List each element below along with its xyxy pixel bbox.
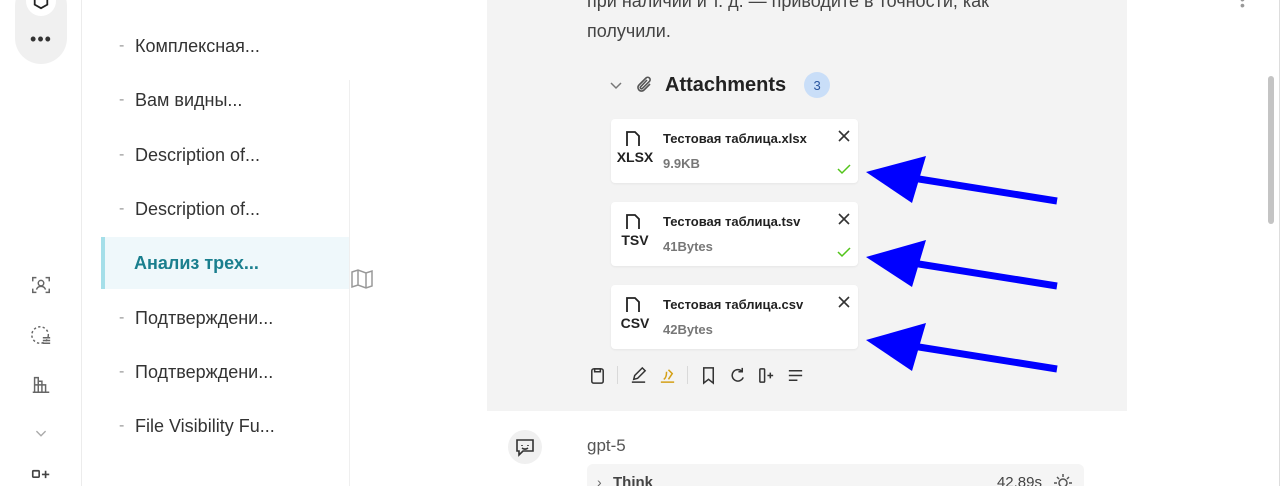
scrollbar-thumb[interactable] (1268, 76, 1274, 224)
dash: - (119, 37, 125, 54)
attachments-title: Attachments (665, 73, 787, 96)
sidebar-item-active[interactable]: -Анализ трех... (101, 237, 349, 289)
file-icon (626, 297, 640, 312)
file-extension: XLSX (616, 149, 654, 165)
think-time: 42.89s (996, 474, 1042, 486)
sidebar-item-label: Description of... (135, 198, 261, 219)
chat-main: при наличии и т. д. — приводите в точнос… (350, 0, 1280, 486)
close-icon[interactable] (837, 295, 851, 309)
message-toolbar (587, 363, 814, 387)
sidebar-item[interactable]: - Description of... (102, 184, 348, 234)
icon-rail: ••• (0, 0, 82, 486)
attachment-card[interactable]: CSV Тестовая таблица.csv 42Bytes (611, 285, 858, 349)
think-label: Think (613, 474, 653, 486)
dash: - (119, 200, 125, 217)
sidebar-item-label: Подтверждени... (135, 307, 274, 328)
sidebar-item[interactable]: - Вам видны... (102, 75, 348, 125)
sidebar-item-label: Комплексная... (135, 35, 260, 56)
sidebar-item[interactable]: - Description of... (102, 130, 348, 180)
more-vertical-icon[interactable]: •• (1240, 0, 1252, 12)
branch-icon[interactable] (756, 365, 776, 385)
sidebar-item-label: Подтверждени... (135, 361, 274, 382)
dash: - (119, 91, 125, 108)
assistant-avatar (508, 430, 542, 464)
attachments-count-badge: 3 (804, 72, 831, 98)
file-name: Тестовая таблица.tsv (663, 214, 801, 229)
conversation-sidebar: - Комплексная... - Вам видны... - Descripti… (82, 0, 350, 486)
refresh-icon[interactable] (727, 365, 747, 385)
chevron-right-icon: › (597, 474, 602, 486)
attachments-header[interactable]: Attachments 3 (609, 70, 831, 100)
file-icon (626, 214, 640, 229)
sidebar-item-label: Вам видны... (135, 89, 243, 110)
dashed-list-icon[interactable] (26, 320, 56, 350)
close-icon[interactable] (837, 129, 851, 143)
file-name: Тестовая таблица.xlsx (663, 131, 807, 146)
bookmark-icon[interactable] (698, 365, 718, 385)
file-extension: CSV (620, 315, 650, 331)
lightbulb-icon (1054, 474, 1072, 486)
dash: - (119, 363, 125, 380)
check-icon (837, 247, 851, 258)
sidebar-item[interactable]: - Комплексная... (102, 21, 348, 71)
message-text-line-1: при наличии и т. д. — приводите в точнос… (587, 0, 990, 11)
attachment-card[interactable]: TSV Тестовая таблица.tsv 41Bytes (611, 202, 858, 266)
toolbar-divider (687, 366, 688, 384)
chat-bot-icon (516, 439, 534, 457)
sidebar-item-label: Анализ трех... (134, 252, 259, 273)
file-size: 9.9KB (663, 156, 700, 171)
text-lines-icon[interactable] (785, 365, 805, 385)
sidebar-item[interactable]: - File Visibility Fu... (102, 401, 348, 451)
file-name: Тестовая таблица.csv (663, 297, 804, 312)
edit-icon[interactable] (628, 365, 648, 385)
dash: - (119, 417, 125, 434)
chevron-down-icon[interactable] (26, 418, 56, 448)
app-window: ••• - Комплексная... - Вам видны... - Descr… (0, 0, 1280, 486)
dash: - (118, 254, 134, 272)
think-panel[interactable]: › Think 42.89s (587, 464, 1084, 486)
file-extension: TSV (621, 232, 649, 248)
translate-icon[interactable] (657, 365, 677, 385)
sidebar-item[interactable]: - Подтверждени... (102, 293, 348, 343)
user-message-bubble: при наличии и т. д. — приводите в точнос… (487, 0, 1127, 411)
dash: - (119, 146, 125, 163)
file-size: 41Bytes (663, 239, 713, 254)
person-scan-icon[interactable] (26, 270, 56, 300)
check-icon (837, 164, 851, 175)
model-name: gpt-5 (587, 436, 626, 455)
clipboard-icon[interactable] (587, 365, 607, 385)
sidebar-item[interactable]: - Подтверждени... (102, 347, 348, 397)
more-icon[interactable]: ••• (27, 30, 55, 54)
message-text-line-2: получили. (587, 21, 671, 41)
toolbar-divider (617, 366, 618, 384)
attachment-card[interactable]: XLSX Тестовая таблица.xlsx 9.9KB (611, 119, 858, 183)
chevron-down-icon[interactable] (609, 78, 623, 92)
dash: - (119, 309, 125, 326)
close-icon[interactable] (837, 212, 851, 226)
file-size: 42Bytes (663, 322, 713, 337)
add-app-icon[interactable] (26, 464, 56, 486)
chart-grid-icon[interactable] (26, 369, 56, 399)
file-icon (626, 131, 640, 146)
paperclip-icon (635, 74, 655, 96)
sidebar-item-label: File Visibility Fu... (135, 415, 275, 436)
sidebar-item-label: Description of... (135, 144, 261, 165)
